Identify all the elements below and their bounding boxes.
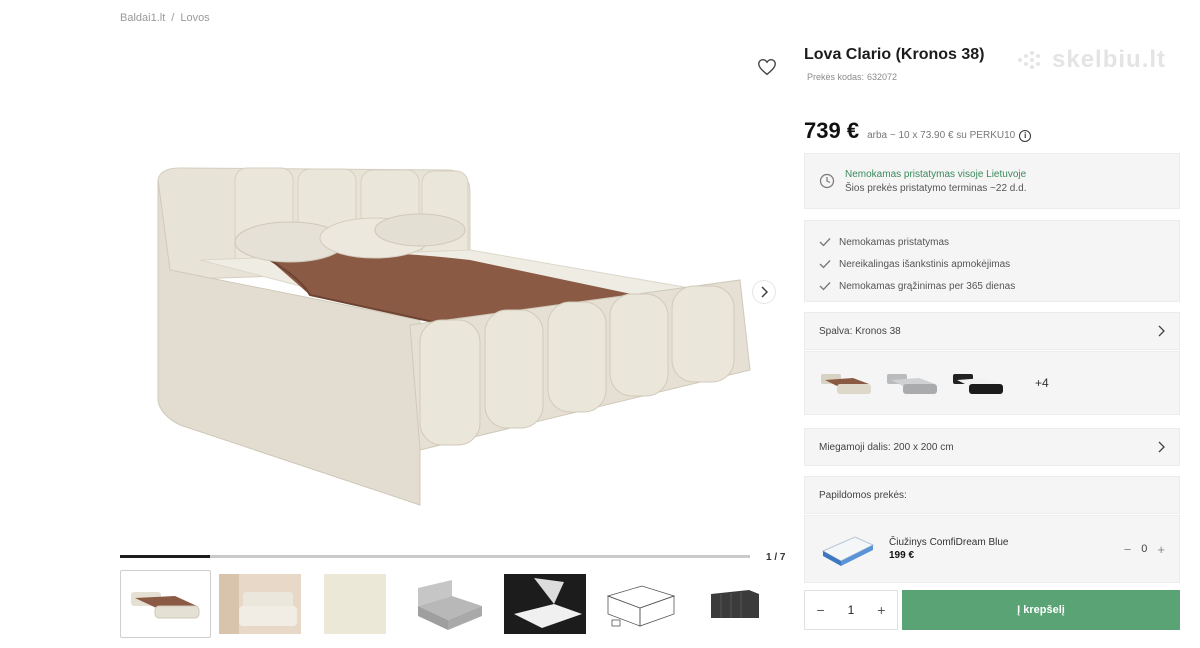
quantity-stepper: − 1 + (804, 590, 898, 630)
benefit-item: Nemokamas grąžinimas per 365 dienas (819, 275, 1165, 297)
watermark-text: skelbiu.lt (1052, 46, 1167, 73)
breadcrumb-category[interactable]: Lovos (180, 12, 209, 24)
mattress-image (821, 536, 875, 566)
gallery-counter: 1 / 7 (766, 552, 786, 563)
chevron-right-icon (1158, 325, 1165, 337)
thumbnail-3[interactable] (310, 570, 401, 638)
thumbnail-5[interactable] (499, 570, 590, 638)
product-title: Lova Clario (Kronos 38) (804, 46, 985, 63)
color-label: Spalva: (819, 325, 853, 337)
thumbnail-strip (120, 570, 780, 638)
delivery-title: Nemokamas pristatymas visoje Lietuvoje (845, 168, 1027, 180)
breadcrumb: Baldai1.lt / Lovos (120, 12, 210, 24)
heart-icon[interactable] (756, 56, 778, 78)
check-icon (819, 238, 831, 247)
thumbnail-7[interactable] (689, 570, 780, 638)
size-label: Miegamoji dalis: (819, 441, 891, 453)
price-row: 739 € arba ~ 10 x 73.90 € su PERKU10 i (804, 118, 1032, 144)
color-swatch-grey[interactable] (885, 370, 939, 396)
chevron-right-icon (1158, 441, 1165, 453)
check-icon (819, 260, 831, 269)
installment-info: arba ~ 10 x 73.90 € su PERKU10 i (867, 129, 1032, 142)
color-value: Kronos 38 (855, 325, 901, 337)
watermark-logo-icon (1018, 51, 1040, 69)
extra-quantity-stepper: − 0 + (1124, 542, 1165, 557)
product-gallery (120, 40, 790, 550)
product-code-value: 632072 (867, 72, 898, 82)
product-code-label: Prekės kodas: (807, 72, 865, 82)
extra-item-mattress: Čiužinys ComfiDream Blue 199 € − 0 + (804, 515, 1180, 583)
benefit-text: Nereikalingas išankstinis apmokėjimas (839, 258, 1011, 270)
color-swatch-black[interactable] (951, 370, 1005, 396)
benefit-text: Nemokamas pristatymas (839, 236, 950, 248)
thumbnail-2[interactable] (215, 570, 306, 638)
thumbnail-6[interactable] (594, 570, 685, 638)
benefit-text: Nemokamas grąžinimas per 365 dienas (839, 280, 1016, 292)
main-product-image[interactable] (140, 150, 760, 510)
extras-heading: Papildomos prekės: (804, 476, 1180, 514)
benefit-item: Nereikalingas išankstinis apmokėjimas (819, 253, 1165, 275)
breadcrumb-home[interactable]: Baldai1.lt (120, 12, 165, 24)
thumbnail-1[interactable] (120, 570, 211, 638)
color-swatch-beige[interactable] (819, 370, 873, 396)
size-label-group: Miegamoji dalis: 200 x 200 cm (819, 442, 954, 453)
info-icon[interactable]: i (1019, 129, 1032, 142)
decrease-quantity-button[interactable]: − (816, 602, 824, 618)
extra-increase-button[interactable]: + (1157, 542, 1165, 557)
product-code: Prekės kodas: 632072 (804, 72, 897, 82)
quantity-value[interactable]: 1 (848, 603, 855, 617)
clock-icon (819, 173, 835, 189)
thumbnail-4[interactable] (405, 570, 496, 638)
delivery-box: Nemokamas pristatymas visoje Lietuvoje Š… (804, 153, 1180, 209)
extra-quantity-value: 0 (1141, 543, 1148, 555)
benefit-item: Nemokamas pristatymas (819, 231, 1165, 253)
add-to-cart-button[interactable]: Į krepšelį (902, 590, 1180, 630)
increase-quantity-button[interactable]: + (877, 602, 885, 618)
next-image-button[interactable] (752, 280, 776, 304)
check-icon (819, 282, 831, 291)
extra-decrease-button[interactable]: − (1124, 542, 1132, 557)
size-value: 200 x 200 cm (893, 441, 954, 453)
color-label-group: Spalva: Kronos 38 (819, 326, 901, 337)
color-swatches: +4 (804, 351, 1180, 415)
extra-item-price: 199 € (889, 550, 915, 561)
gallery-progress (120, 555, 750, 558)
installment-text: arba ~ 10 x 73.90 € su PERKU10 (867, 130, 1016, 141)
product-price: 739 € (804, 118, 860, 143)
gallery-progress-fill (120, 555, 211, 558)
breadcrumb-separator: / (171, 12, 175, 24)
benefits-list: Nemokamas pristatymas Nereikalingas išan… (804, 220, 1180, 302)
chevron-right-icon (761, 286, 769, 298)
more-colors-link[interactable]: +4 (1035, 376, 1049, 390)
watermark: skelbiu.lt (1016, 46, 1166, 74)
color-selector[interactable]: Spalva: Kronos 38 (804, 312, 1180, 350)
delivery-subtitle: Šios prekės pristatymo terminas ~22 d.d. (845, 182, 1027, 194)
size-selector[interactable]: Miegamoji dalis: 200 x 200 cm (804, 428, 1180, 466)
extra-item-name: Čiužinys ComfiDream Blue (889, 537, 1009, 548)
